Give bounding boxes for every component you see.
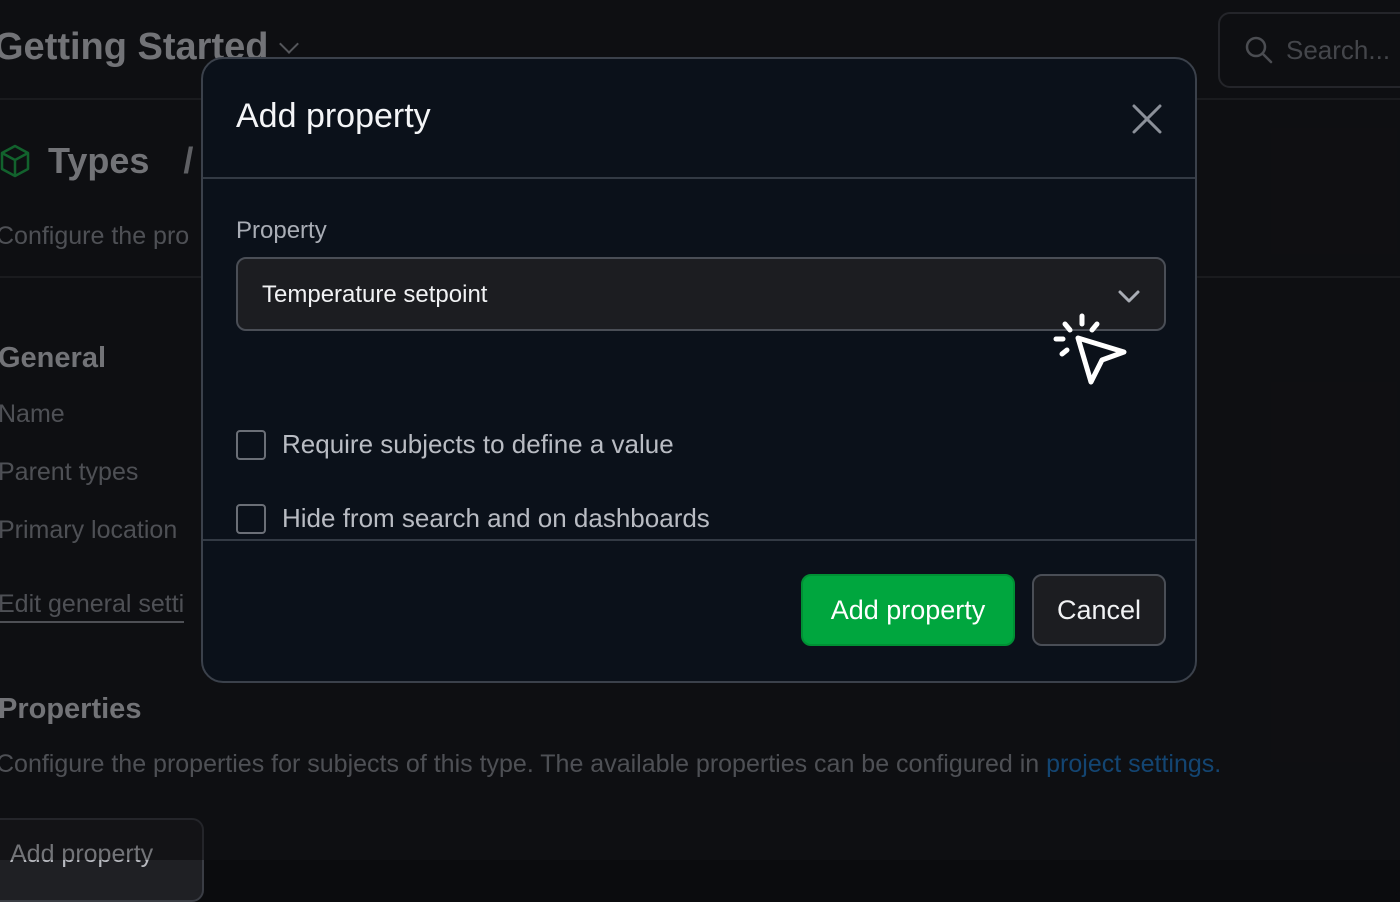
dialog-footer: Add property Cancel (203, 539, 1195, 681)
hide-from-search-checkbox[interactable] (236, 503, 266, 534)
chevron-down-icon (1118, 290, 1140, 303)
require-value-checkbox[interactable] (236, 429, 266, 460)
dialog-title: Add property (236, 97, 431, 135)
require-value-label: Require subjects to define a value (282, 429, 674, 459)
dialog-header: Add property (203, 59, 1195, 179)
property-label: Property (236, 217, 327, 244)
property-select-value: Temperature setpoint (262, 281, 488, 308)
dialog-body: Property Temperature setpoint Require su… (203, 179, 1195, 545)
add-property-dialog: Add property Property Temperature setpoi… (201, 57, 1197, 683)
cancel-button[interactable]: Cancel (1032, 574, 1166, 646)
close-button[interactable] (1127, 99, 1167, 139)
close-icon (1132, 104, 1162, 134)
require-value-option[interactable]: Require subjects to define a value (236, 429, 674, 460)
add-property-button[interactable]: Add property (801, 574, 1015, 646)
hide-from-search-option[interactable]: Hide from search and on dashboards (236, 503, 710, 534)
property-select[interactable]: Temperature setpoint (236, 257, 1166, 331)
hide-from-search-label: Hide from search and on dashboards (282, 503, 710, 533)
